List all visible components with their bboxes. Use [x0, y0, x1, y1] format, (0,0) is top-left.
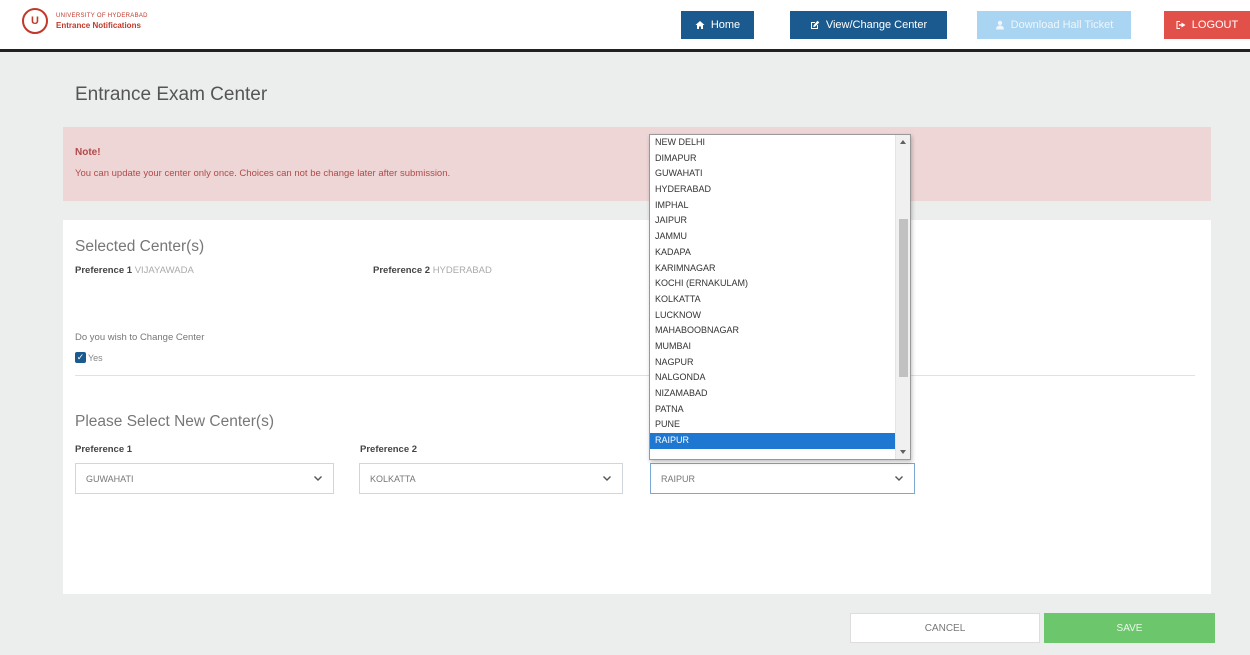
preference-2-select[interactable]: KOLKATTA — [359, 463, 623, 494]
logo-line1: UNIVERSITY OF HYDERABAD — [56, 13, 148, 19]
dropdown-option[interactable]: PATNA — [650, 402, 897, 418]
dropdown-option[interactable]: NALGONDA — [650, 370, 897, 386]
dropdown-option[interactable]: LUCKNOW — [650, 308, 897, 324]
page-title: Entrance Exam Center — [75, 84, 268, 105]
dropdown-option[interactable]: IMPHAL — [650, 198, 897, 214]
logout-button[interactable]: LOGOUT — [1164, 11, 1250, 39]
note-text: You can update your center only once. Ch… — [75, 168, 451, 179]
selected-pref1-label: Preference 1 — [75, 265, 133, 276]
logout-label: LOGOUT — [1191, 19, 1239, 31]
dropdown-option[interactable]: RAIPUR — [650, 433, 897, 449]
preference-2-value: KOLKATTA — [370, 473, 416, 484]
chevron-down-icon — [603, 476, 611, 481]
change-center-question: Do you wish to Change Center — [75, 332, 205, 343]
note-title: Note! — [75, 147, 101, 158]
dropdown-option[interactable]: HYDERABAD — [650, 182, 897, 198]
dropdown-option[interactable]: KADAPA — [650, 245, 897, 261]
section-divider — [75, 375, 1195, 376]
download-hall-ticket-button[interactable]: Download Hall Ticket — [977, 11, 1131, 39]
chevron-down-icon — [314, 476, 322, 481]
edit-icon — [810, 20, 820, 29]
preference-1-value: GUWAHATI — [86, 473, 134, 484]
chevron-down-icon — [895, 476, 903, 481]
preference-3-dropdown-list[interactable]: NEW DELHI DIMAPUR GUWAHATI HYDERABAD IMP… — [649, 134, 911, 460]
dropdown-option[interactable]: GUWAHATI — [650, 166, 897, 182]
dropdown-option[interactable]: MAHABOOBNAGAR — [650, 323, 897, 339]
dropdown-option[interactable]: KOLKATTA — [650, 292, 897, 308]
view-change-center-button[interactable]: View/Change Center — [790, 11, 947, 39]
dropdown-option[interactable]: JAIPUR — [650, 213, 897, 229]
preference-3-select[interactable]: RAIPUR — [650, 463, 915, 494]
change-center-checkbox-row[interactable]: ✓ Yes — [75, 352, 103, 363]
yes-checkbox[interactable]: ✓ — [75, 352, 86, 363]
top-navbar: U UNIVERSITY OF HYDERABAD Entrance Notif… — [0, 0, 1250, 52]
selected-pref2-value: HYDERABAD — [432, 265, 492, 276]
selected-pref2-label: Preference 2 — [373, 265, 431, 276]
dropdown-option[interactable]: NAGPUR — [650, 355, 897, 371]
dropdown-option[interactable]: MUMBAI — [650, 339, 897, 355]
dropdown-options: NEW DELHI DIMAPUR GUWAHATI HYDERABAD IMP… — [650, 135, 897, 449]
download-hall-ticket-label: Download Hall Ticket — [1010, 19, 1114, 31]
note-alert: Note! You can update your center only on… — [63, 127, 1211, 201]
selected-preference-2: Preference 2 HYDERABAD — [373, 265, 492, 276]
dropdown-option[interactable]: DIMAPUR — [650, 151, 897, 167]
university-logo[interactable]: U UNIVERSITY OF HYDERABAD Entrance Notif… — [22, 8, 148, 34]
preference-1-select[interactable]: GUWAHATI — [75, 463, 334, 494]
selected-centers-heading: Selected Center(s) — [75, 238, 205, 255]
save-button[interactable]: SAVE — [1044, 613, 1215, 643]
selected-pref1-value: VIJAYAWADA — [134, 265, 194, 276]
scroll-down-icon[interactable] — [900, 450, 906, 454]
cancel-button[interactable]: CANCEL — [850, 613, 1040, 643]
emblem-icon: U — [22, 8, 48, 34]
scrollbar-thumb[interactable] — [899, 219, 908, 377]
preference-3-value: RAIPUR — [661, 473, 696, 484]
user-icon — [995, 20, 1004, 30]
center-form-card: Selected Center(s) Preference 1 VIJAYAWA… — [63, 220, 1211, 594]
dropdown-option[interactable]: PUNE — [650, 417, 897, 433]
scroll-up-icon[interactable] — [900, 140, 906, 144]
home-button-label: Home — [710, 19, 741, 31]
dropdown-option[interactable]: KARIMNAGAR — [650, 261, 897, 277]
selected-preference-1: Preference 1 VIJAYAWADA — [75, 265, 194, 276]
new-pref2-label: Preference 2 — [360, 444, 418, 455]
new-pref1-label: Preference 1 — [75, 444, 133, 455]
dropdown-option[interactable]: KOCHI (ERNAKULAM) — [650, 276, 897, 292]
view-change-center-label: View/Change Center — [825, 19, 928, 31]
new-centers-heading: Please Select New Center(s) — [75, 413, 274, 430]
dropdown-option[interactable]: NEW DELHI — [650, 135, 897, 151]
home-button[interactable]: Home — [681, 11, 754, 39]
logout-icon — [1176, 21, 1186, 29]
home-icon — [695, 21, 705, 29]
dropdown-option[interactable]: JAMMU — [650, 229, 897, 245]
dropdown-option[interactable]: NIZAMABAD — [650, 386, 897, 402]
yes-label[interactable]: Yes — [88, 353, 103, 363]
dropdown-scrollbar[interactable] — [895, 135, 910, 459]
logo-line2: Entrance Notifications — [56, 21, 141, 30]
